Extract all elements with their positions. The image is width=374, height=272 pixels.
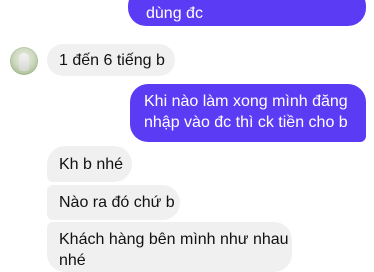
message-text-line: Khách hàng bên mình như nhau xyxy=(59,231,289,248)
message-text: Kh b nhé xyxy=(59,156,124,173)
message-text-line: Khi nào làm xong mình đăng xyxy=(144,93,348,110)
contact-avatar[interactable] xyxy=(10,47,38,75)
message-text: dùng đc xyxy=(146,5,203,22)
message-text-line: nhập vào đc thì ck tiền cho b xyxy=(144,114,348,131)
incoming-message-bubble[interactable]: Nào ra đó chứ b xyxy=(47,185,180,220)
outgoing-message-bubble[interactable]: dùng đc xyxy=(128,0,366,26)
avatar-figure-icon xyxy=(19,53,29,71)
incoming-message-bubble[interactable]: 1 đến 6 tiếng b xyxy=(47,44,175,76)
message-text-line: nhé xyxy=(59,252,86,269)
message-text: Nào ra đó chứ b xyxy=(59,194,175,211)
message-text: 1 đến 6 tiếng b xyxy=(59,52,165,69)
outgoing-message-bubble[interactable]: Khi nào làm xong mình đăng nhập vào đc t… xyxy=(130,84,366,142)
incoming-message-bubble[interactable]: Khách hàng bên mình như nhau nhé xyxy=(47,222,292,272)
incoming-message-bubble[interactable]: Kh b nhé xyxy=(47,146,132,182)
